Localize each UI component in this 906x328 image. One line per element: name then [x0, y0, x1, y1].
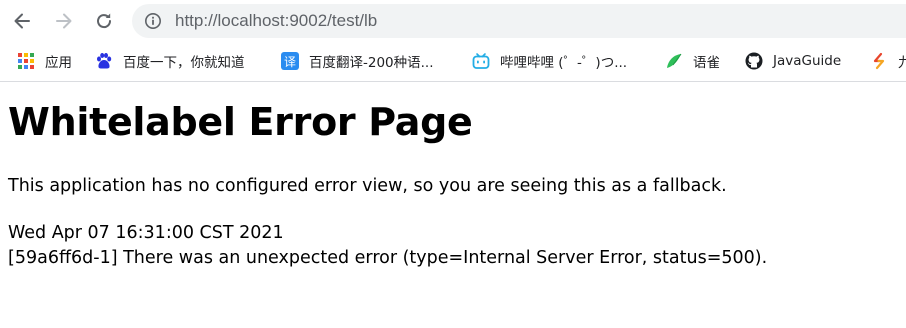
- error-detail: [59a6ff6d-1] There was an unexpected err…: [8, 248, 768, 268]
- back-button[interactable]: [10, 9, 34, 33]
- github-icon: [745, 52, 763, 70]
- reload-icon: [97, 13, 112, 29]
- baidu-paw-icon: [95, 52, 113, 70]
- error-description: This application has no configured error…: [8, 176, 727, 196]
- error-timestamp: Wed Apr 07 16:31:00 CST 2021: [8, 223, 284, 243]
- bookmark-javaguide[interactable]: JavaGuide: [745, 50, 841, 72]
- bookmark-truncated[interactable]: 九: [870, 50, 906, 72]
- bookmark-baidu[interactable]: 百度一下，你就知道: [95, 50, 245, 72]
- bookmarks-bar: 应用 百度一下，你就知道 译 百度翻译-200种语... 哔哩哔哩 (゜-゜)つ…: [0, 42, 906, 82]
- bookmark-baidu-translate[interactable]: 译 百度翻译-200种语...: [281, 50, 434, 72]
- bookmark-label: 应用: [45, 55, 72, 71]
- page-title: Whitelabel Error Page: [8, 100, 473, 144]
- address-bar[interactable]: http://localhost:9002/test/lb: [132, 4, 906, 38]
- bookmark-bilibili[interactable]: 哔哩哔哩 (゜-゜)つ...: [472, 50, 627, 72]
- apps-grid-icon: [17, 52, 35, 70]
- bookmark-icon: [870, 52, 888, 70]
- browser-toolbar: http://localhost:9002/test/lb: [0, 0, 906, 42]
- arrow-right-icon: [56, 13, 72, 29]
- bookmark-label: JavaGuide: [773, 53, 842, 69]
- url-text[interactable]: http://localhost:9002/test/lb: [175, 11, 377, 31]
- reload-button[interactable]: [92, 9, 116, 33]
- arrow-left-icon: [14, 13, 30, 29]
- yuque-bird-icon: [665, 52, 683, 70]
- info-icon[interactable]: [144, 12, 162, 30]
- bookmark-label: 语雀: [693, 55, 720, 71]
- bookmark-yuque[interactable]: 语雀: [665, 50, 720, 72]
- bookmark-label: 九: [898, 55, 906, 71]
- bookmark-label: 百度一下，你就知道: [123, 55, 245, 71]
- baidu-translate-icon: 译: [281, 52, 299, 70]
- bookmark-apps[interactable]: 应用: [17, 50, 72, 72]
- bookmark-label: 百度翻译-200种语...: [309, 55, 434, 71]
- forward-button[interactable]: [52, 9, 76, 33]
- bookmark-label: 哔哩哔哩 (゜-゜)つ...: [500, 55, 628, 71]
- bilibili-tv-icon: [472, 52, 490, 70]
